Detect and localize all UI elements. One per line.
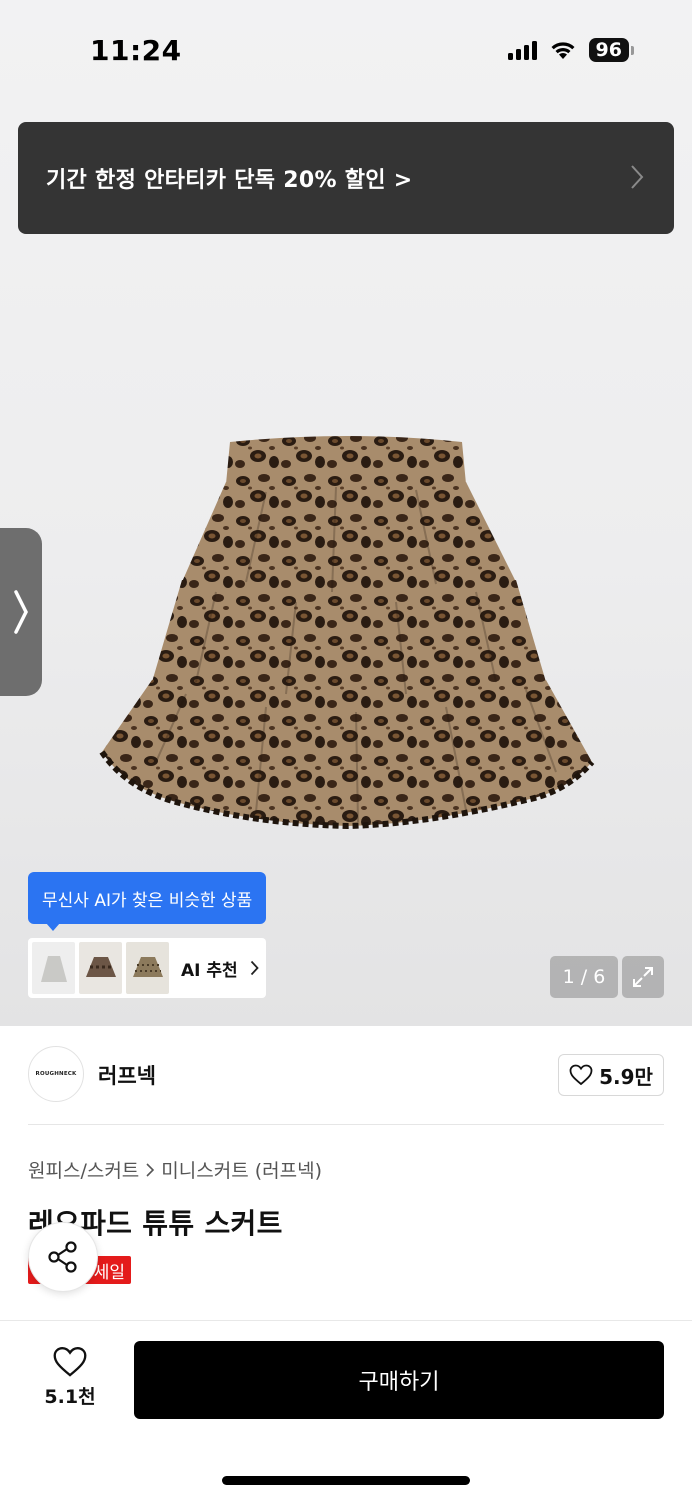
brand-like-button[interactable]: 5.9만: [558, 1054, 664, 1096]
similar-product-thumbnail[interactable]: [79, 942, 122, 994]
brand-logo[interactable]: ROUGHNECK: [28, 1046, 84, 1102]
heart-icon: [569, 1064, 593, 1086]
breadcrumb-subcategory[interactable]: 미니스커트 (러프넥): [161, 1156, 322, 1183]
status-time: 11:24: [90, 34, 182, 67]
wishlist-count: 5.1천: [44, 1386, 96, 1408]
brand-name[interactable]: 러프넥: [98, 1060, 156, 1090]
battery-icon: 96: [588, 38, 634, 62]
ai-recommend-label: AI 추천: [181, 960, 238, 981]
side-drawer-tab[interactable]: [0, 528, 42, 696]
sale-badge-text: 세일: [93, 1262, 125, 1283]
image-counter: 1 / 6: [550, 956, 618, 998]
chevron-right-icon: [14, 590, 28, 634]
divider: [28, 1124, 664, 1125]
similar-product-thumbnail[interactable]: [32, 942, 75, 994]
expand-icon: [633, 967, 653, 987]
heart-icon: [53, 1347, 87, 1377]
promo-banner-text: 기간 한정 안타티카 단독 20% 할인 >: [46, 168, 413, 193]
chevron-right-icon: [250, 960, 259, 976]
brand-logo-text: ROUGHNECK: [35, 1071, 77, 1077]
brand-like-count: 5.9만: [599, 1064, 653, 1089]
share-icon: [48, 1241, 77, 1273]
status-icons: 96: [507, 38, 634, 62]
breadcrumb: 원피스/스커트 미니스커트 (러프넥): [28, 1156, 322, 1183]
similar-product-thumbnail[interactable]: [126, 942, 169, 994]
wifi-icon: [551, 42, 575, 59]
home-indicator[interactable]: [222, 1476, 470, 1485]
expand-button[interactable]: [622, 956, 664, 998]
breadcrumb-category[interactable]: 원피스/스커트: [28, 1156, 139, 1183]
chevron-right-icon: [146, 1162, 155, 1177]
cellular-signal-icon: [507, 40, 537, 60]
ai-similar-tooltip: 무신사 AI가 찾은 비슷한 상품: [28, 872, 267, 931]
battery-level: 96: [588, 38, 629, 62]
share-button[interactable]: [28, 1222, 98, 1292]
ai-recommend-strip[interactable]: AI 추천: [28, 938, 266, 998]
promo-banner[interactable]: 기간 한정 안타티카 단독 20% 할인 >: [18, 122, 674, 234]
wishlist-button[interactable]: 5.1천: [40, 1346, 100, 1409]
product-image[interactable]: [96, 432, 600, 832]
buy-button[interactable]: 구매하기: [134, 1341, 664, 1419]
chevron-right-icon: [631, 165, 644, 189]
